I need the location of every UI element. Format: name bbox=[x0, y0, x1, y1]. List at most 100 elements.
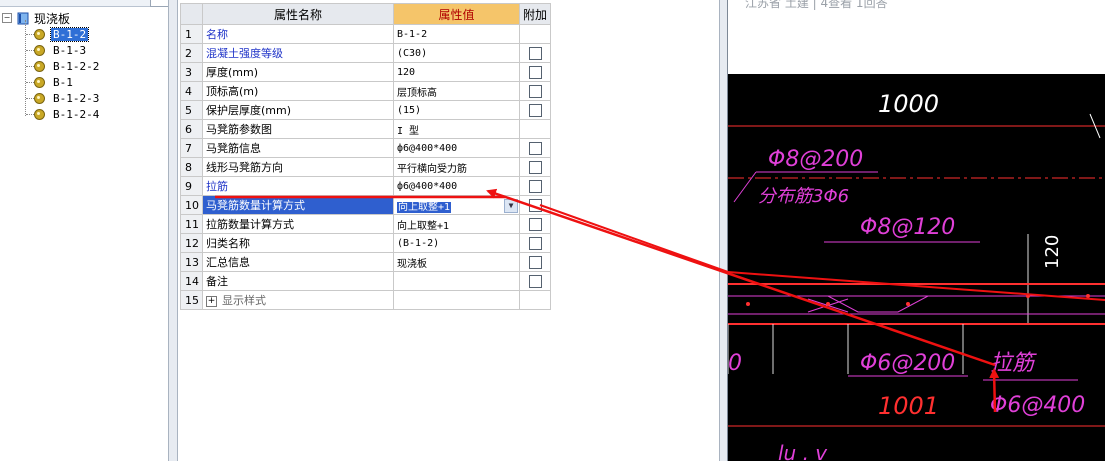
property-name[interactable]: 顶标高(m) bbox=[202, 81, 394, 101]
property-name[interactable]: 混凝土强度等级 bbox=[202, 43, 394, 63]
tree-item[interactable]: B-1-2-2 bbox=[34, 58, 101, 74]
attach-checkbox[interactable] bbox=[528, 217, 542, 231]
tree-item[interactable]: B-1-2 bbox=[34, 26, 90, 42]
cad-label-phi8-120: Φ8@120 bbox=[860, 215, 955, 240]
property-value[interactable]: 120 bbox=[393, 62, 520, 82]
attach-checkbox[interactable] bbox=[528, 274, 542, 288]
tree-item[interactable]: B-1-2-4 bbox=[34, 106, 101, 122]
property-row[interactable]: 4 顶标高(m) 层顶标高 bbox=[180, 81, 551, 101]
tree-connector bbox=[26, 82, 34, 83]
property-value[interactable]: 平行横向受力筋 bbox=[393, 157, 520, 177]
tree-connector bbox=[26, 66, 34, 67]
property-name[interactable]: 马凳筋参数图 bbox=[202, 119, 394, 139]
property-row[interactable]: 5 保护层厚度(mm) (15) bbox=[180, 100, 551, 120]
attach-checkbox[interactable] bbox=[528, 141, 542, 155]
property-name[interactable]: 拉筋数量计算方式 bbox=[202, 214, 394, 234]
property-name-label: 厚度(mm) bbox=[206, 66, 259, 79]
extra-cell bbox=[519, 138, 551, 158]
property-row[interactable]: 9 拉筋 ф6@400*400 bbox=[180, 176, 551, 196]
row-number: 7 bbox=[180, 138, 203, 158]
attach-checkbox[interactable] bbox=[528, 160, 542, 174]
extra-cell bbox=[519, 62, 551, 82]
cad-label-lajin: 拉筋 bbox=[990, 351, 1037, 376]
attach-checkbox[interactable] bbox=[528, 255, 542, 269]
property-name[interactable]: 马凳筋信息 bbox=[202, 138, 394, 158]
collapse-icon[interactable]: − bbox=[2, 13, 12, 23]
property-row[interactable]: 11 拉筋数量计算方式 向上取整+1 bbox=[180, 214, 551, 234]
property-row[interactable]: 1 名称 B-1-2 bbox=[180, 24, 551, 44]
property-name-label: 拉筋数量计算方式 bbox=[206, 218, 294, 231]
property-name[interactable]: 马凳筋数量计算方式 bbox=[202, 195, 394, 215]
property-row[interactable]: 15 + 显示样式 bbox=[180, 290, 551, 310]
chevron-down-icon[interactable]: ▼ bbox=[504, 198, 518, 213]
question-info-area bbox=[728, 0, 1105, 74]
property-row[interactable]: 6 马凳筋参数图 I 型 bbox=[180, 119, 551, 139]
attach-checkbox[interactable] bbox=[528, 103, 542, 117]
property-value[interactable]: (B-1-2) bbox=[393, 233, 520, 253]
property-name[interactable]: 厚度(mm) bbox=[202, 62, 394, 82]
property-value[interactable]: 现浇板 bbox=[393, 252, 520, 272]
property-value[interactable]: 向上取整+1 bbox=[393, 214, 520, 234]
property-value-header[interactable]: 属性值 bbox=[393, 3, 520, 25]
tree-item[interactable]: B-1-2-3 bbox=[34, 90, 101, 106]
property-row[interactable]: 14 备注 bbox=[180, 271, 551, 291]
property-row[interactable]: 7 马凳筋信息 ф6@400*400 bbox=[180, 138, 551, 158]
tree-root[interactable]: − 现浇板 bbox=[0, 10, 70, 26]
expand-icon[interactable]: + bbox=[206, 295, 217, 307]
property-name[interactable]: 线形马凳筋方向 bbox=[202, 157, 394, 177]
property-value[interactable]: ▼ 向上取整+1 bbox=[393, 195, 520, 215]
property-name[interactable]: 汇总信息 bbox=[202, 252, 394, 272]
cad-dim-bottom: 1001 bbox=[878, 392, 939, 420]
property-name[interactable]: 备注 bbox=[202, 271, 394, 291]
tree-connector bbox=[26, 114, 34, 115]
property-row[interactable]: 13 汇总信息 现浇板 bbox=[180, 252, 551, 272]
cad-drawing: 1000 Φ8@200 分布筋3Φ6 Φ8@120 120 0 Φ6@200 拉… bbox=[728, 74, 1105, 461]
extra-cell bbox=[519, 290, 551, 310]
tree-connector bbox=[26, 34, 34, 35]
property-value[interactable]: 层顶标高 bbox=[393, 81, 520, 101]
row-number: 4 bbox=[180, 81, 203, 101]
attach-checkbox[interactable] bbox=[528, 84, 542, 98]
cad-label-bottom-partial: lu . v bbox=[778, 441, 828, 461]
property-name-label: 顶标高(m) bbox=[206, 85, 259, 98]
left-splitter[interactable] bbox=[168, 0, 178, 461]
property-grid: 属性名称 属性值 附加 1 名称 B-1-2 2 混凝土强度等级 (C30) 3 厚度(mm)… bbox=[180, 3, 551, 310]
property-row[interactable]: 2 混凝土强度等级 (C30) bbox=[180, 43, 551, 63]
attach-checkbox[interactable] bbox=[528, 179, 542, 193]
property-row[interactable]: 10 马凳筋数量计算方式 ▼ 向上取整+1 bbox=[180, 195, 551, 215]
property-value[interactable]: (C30) bbox=[393, 43, 520, 63]
property-name[interactable]: + 显示样式 bbox=[202, 290, 394, 310]
property-value[interactable]: (15) bbox=[393, 100, 520, 120]
tree-toolbar-button[interactable] bbox=[150, 0, 169, 7]
property-value[interactable]: B-1-2 bbox=[393, 24, 520, 44]
extra-header[interactable]: 附加 bbox=[519, 3, 551, 25]
attach-checkbox[interactable] bbox=[528, 46, 542, 60]
property-value-select[interactable]: 向上取整+1 bbox=[397, 201, 452, 213]
property-name[interactable]: 拉筋 bbox=[202, 176, 394, 196]
attach-checkbox[interactable] bbox=[528, 198, 542, 212]
property-name[interactable]: 归类名称 bbox=[202, 233, 394, 253]
property-value[interactable]: I 型 bbox=[393, 119, 520, 139]
gear-icon bbox=[34, 44, 45, 56]
property-row[interactable]: 12 归类名称 (B-1-2) bbox=[180, 233, 551, 253]
property-name-label: 汇总信息 bbox=[206, 256, 250, 269]
tree-item[interactable]: B-1-3 bbox=[34, 42, 88, 58]
property-name[interactable]: 保护层厚度(mm) bbox=[202, 100, 394, 120]
tree-item[interactable]: B-1 bbox=[34, 74, 75, 90]
row-number-header bbox=[180, 3, 203, 25]
extra-cell bbox=[519, 271, 551, 291]
attach-checkbox[interactable] bbox=[528, 236, 542, 250]
property-name-label: 混凝土强度等级 bbox=[206, 47, 283, 60]
property-value[interactable] bbox=[393, 290, 520, 310]
property-value[interactable] bbox=[393, 271, 520, 291]
gear-icon bbox=[34, 108, 45, 120]
property-value[interactable]: ф6@400*400 bbox=[393, 138, 520, 158]
right-splitter[interactable] bbox=[719, 0, 728, 461]
attach-checkbox[interactable] bbox=[528, 65, 542, 79]
property-name-header[interactable]: 属性名称 bbox=[202, 3, 394, 25]
property-row[interactable]: 3 厚度(mm) 120 bbox=[180, 62, 551, 82]
property-name[interactable]: 名称 bbox=[202, 24, 394, 44]
property-row[interactable]: 8 线形马凳筋方向 平行横向受力筋 bbox=[180, 157, 551, 177]
gear-icon bbox=[34, 60, 45, 72]
property-value[interactable]: ф6@400*400 bbox=[393, 176, 520, 196]
